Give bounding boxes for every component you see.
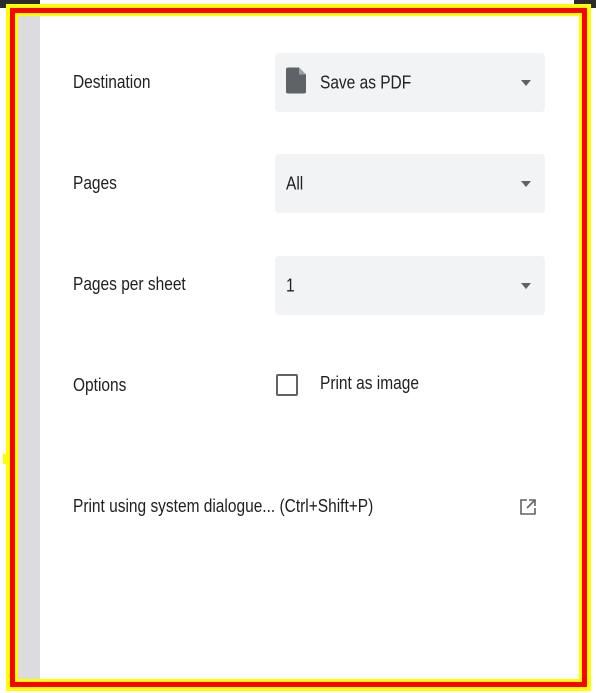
pages-per-sheet-label: Pages per sheet (73, 274, 186, 294)
pages-per-sheet-select[interactable]: 1 (275, 256, 545, 315)
pages-value: All (286, 173, 304, 193)
destination-select[interactable]: Save as PDF (275, 53, 545, 112)
highlight-marker (0, 454, 6, 464)
pages-label: Pages (73, 173, 117, 193)
chevron-down-icon (521, 79, 531, 86)
print-as-image-label[interactable]: Print as image (320, 373, 419, 394)
chevron-down-icon (521, 180, 531, 187)
pages-select[interactable]: All (275, 154, 545, 213)
print-as-image-checkbox[interactable] (276, 374, 298, 396)
settings-content (40, 16, 579, 679)
preview-scroll-edge (18, 16, 40, 679)
open-in-new-icon[interactable] (518, 497, 538, 522)
pages-per-sheet-value: 1 (286, 275, 295, 295)
destination-value: Save as PDF (320, 72, 412, 92)
print-system-dialog-link[interactable]: Print using system dialogue... (Ctrl+Shi… (73, 496, 373, 517)
destination-label: Destination (73, 72, 151, 92)
file-icon (286, 67, 306, 98)
chevron-down-icon (521, 282, 531, 289)
options-label: Options (73, 375, 127, 395)
